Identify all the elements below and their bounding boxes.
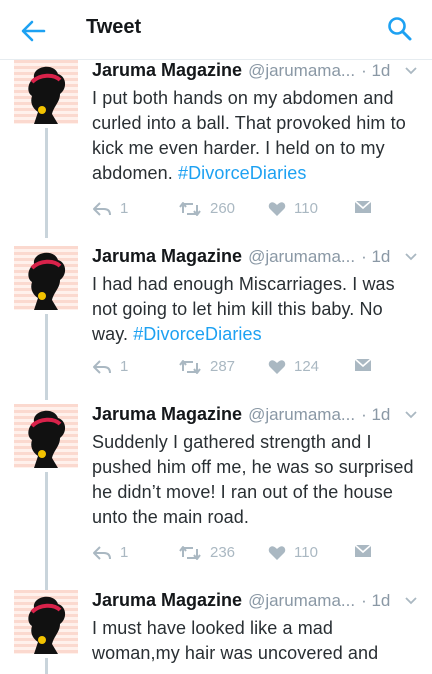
retweet-icon: [179, 359, 201, 374]
like-icon: [268, 201, 286, 216]
like-count: 124: [294, 358, 320, 375]
reply-count: 1: [120, 544, 129, 561]
tweet[interactable]: Jaruma Magazine @jarumama... · 1d I must…: [0, 590, 432, 674]
message-button[interactable]: [354, 358, 372, 372]
avatar-silhouette-icon: [28, 410, 66, 468]
thread-line: [45, 472, 48, 590]
thread-line: [45, 658, 48, 674]
reply-icon: [93, 359, 111, 374]
tweet-actions: 1 260 110: [92, 200, 418, 222]
author-name[interactable]: Jaruma Magazine: [92, 246, 242, 267]
message-button[interactable]: [354, 544, 372, 558]
reply-icon: [93, 201, 111, 216]
caret-down-icon[interactable]: [404, 594, 418, 608]
retweet-count: 260: [210, 200, 236, 217]
tweet-body: Jaruma Magazine @jarumama... · 1d I had …: [92, 246, 418, 347]
message-button[interactable]: [354, 200, 372, 214]
reply-button[interactable]: 1: [92, 358, 128, 375]
avatar[interactable]: [14, 590, 78, 654]
hashtag-link[interactable]: #DivorceDiaries: [178, 163, 307, 183]
avatar-silhouette-icon: [28, 252, 66, 310]
tweet-text: I had had enough Miscarriages. I was not…: [92, 272, 418, 347]
avatar[interactable]: [14, 60, 78, 124]
tweet-time: · 1d: [361, 247, 391, 266]
tweet-text: I must have looked like a mad woman,my h…: [92, 616, 418, 666]
like-count: 110: [294, 544, 318, 561]
tweet-actions: 1 287 124: [92, 358, 418, 380]
top-bar: Tweet: [0, 0, 432, 60]
tweet-header: Jaruma Magazine @jarumama... · 1d: [92, 246, 418, 268]
hashtag-link[interactable]: #DivorceDiaries: [133, 324, 262, 344]
tweet-time: · 1d: [361, 405, 391, 424]
tweet-header: Jaruma Magazine @jarumama... · 1d: [92, 404, 418, 426]
caret-down-icon[interactable]: [404, 408, 418, 422]
retweet-icon: [179, 545, 201, 560]
tweet[interactable]: Jaruma Magazine @jarumama... · 1d I put …: [0, 60, 432, 238]
caret-down-icon[interactable]: [404, 250, 418, 264]
reply-count: 1: [120, 358, 129, 375]
reply-button[interactable]: 1: [92, 544, 128, 561]
retweet-count: 236: [210, 544, 236, 561]
tweet[interactable]: Jaruma Magazine @jarumama... · 1d Sudden…: [0, 404, 432, 590]
author-handle[interactable]: @jarumama...: [248, 405, 355, 425]
avatar-silhouette-icon: [28, 66, 66, 124]
author-name[interactable]: Jaruma Magazine: [92, 60, 242, 81]
avatar-silhouette-icon: [28, 596, 66, 654]
author-handle[interactable]: @jarumama...: [248, 247, 355, 267]
retweet-button[interactable]: 236: [178, 544, 235, 561]
search-icon[interactable]: [386, 15, 414, 43]
tweet-body: Jaruma Magazine @jarumama... · 1d I must…: [92, 590, 418, 666]
tweet-thread: Jaruma Magazine @jarumama... · 1d I put …: [0, 60, 432, 674]
tweet-text-content: Suddenly I gathered strength and I pushe…: [92, 432, 414, 527]
caret-down-icon[interactable]: [404, 64, 418, 78]
like-button[interactable]: 110: [268, 544, 318, 561]
tweet-header: Jaruma Magazine @jarumama... · 1d: [92, 590, 418, 612]
reply-button[interactable]: 1: [92, 200, 128, 217]
thread-line: [45, 314, 48, 400]
tweet-actions: 1 236 110: [92, 544, 418, 566]
message-icon: [354, 200, 372, 213]
like-count: 110: [294, 200, 318, 217]
message-icon: [354, 544, 372, 557]
like-button[interactable]: 124: [268, 358, 319, 375]
like-icon: [268, 545, 286, 560]
tweet-time: · 1d: [361, 61, 391, 80]
thread-line: [45, 128, 48, 238]
author-handle[interactable]: @jarumama...: [248, 591, 355, 611]
tweet-header: Jaruma Magazine @jarumama... · 1d: [92, 60, 418, 82]
message-icon: [354, 358, 372, 371]
page-title: Tweet: [86, 16, 142, 38]
retweet-count: 287: [210, 358, 236, 375]
like-icon: [268, 359, 286, 374]
avatar[interactable]: [14, 246, 78, 310]
tweet[interactable]: Jaruma Magazine @jarumama... · 1d I had …: [0, 246, 432, 400]
author-name[interactable]: Jaruma Magazine: [92, 404, 242, 425]
retweet-button[interactable]: 287: [178, 358, 235, 375]
retweet-icon: [179, 201, 201, 216]
tweet-text: I put both hands on my abdomen and curle…: [92, 86, 418, 186]
author-name[interactable]: Jaruma Magazine: [92, 590, 242, 611]
tweet-body: Jaruma Magazine @jarumama... · 1d I put …: [92, 60, 418, 186]
back-arrow-icon[interactable]: [18, 16, 48, 46]
tweet-text: Suddenly I gathered strength and I pushe…: [92, 430, 418, 530]
tweet-body: Jaruma Magazine @jarumama... · 1d Sudden…: [92, 404, 418, 530]
like-button[interactable]: 110: [268, 200, 318, 217]
avatar[interactable]: [14, 404, 78, 468]
tweet-time: · 1d: [361, 591, 391, 610]
tweet-text-content: I must have looked like a mad woman,my h…: [92, 618, 379, 663]
author-handle[interactable]: @jarumama...: [248, 61, 355, 81]
reply-icon: [93, 545, 111, 560]
retweet-button[interactable]: 260: [178, 200, 235, 217]
reply-count: 1: [120, 200, 129, 217]
